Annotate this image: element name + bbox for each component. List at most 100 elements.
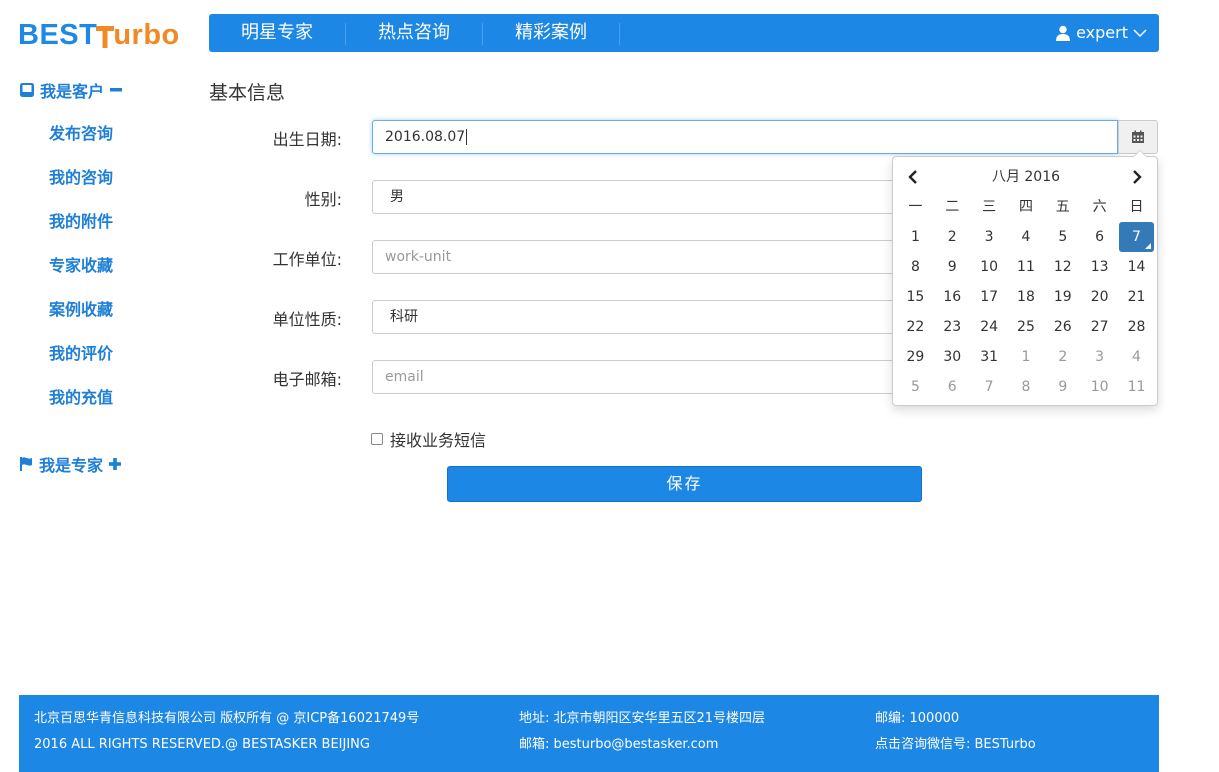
footer: 北京百思华青信息科技有限公司 版权所有 @ 京ICP备16021749号 201… bbox=[19, 695, 1159, 772]
weekday-header: 二 bbox=[945, 199, 960, 215]
birthday-label: 出生日期: bbox=[272, 130, 342, 149]
day-cell[interactable]: 6 bbox=[1081, 222, 1118, 252]
sidebar-item-my-reviews[interactable]: 我的评价 bbox=[49, 343, 113, 365]
user-name: expert bbox=[1076, 23, 1128, 42]
sidebar-item-case-favorites[interactable]: 案例收藏 bbox=[49, 299, 113, 321]
inbox-icon bbox=[20, 83, 34, 97]
day-cell[interactable]: 15 bbox=[897, 282, 934, 312]
email-label: 电子邮箱: bbox=[272, 370, 342, 389]
other-month-day[interactable]: 7 bbox=[971, 372, 1008, 402]
logo-part-best: BEST bbox=[18, 19, 98, 51]
top-nav: 明星专家 热点咨询 精彩案例 expert bbox=[209, 14, 1159, 52]
day-cell[interactable]: 21 bbox=[1118, 282, 1155, 312]
text-cursor bbox=[466, 129, 468, 145]
other-month-day[interactable]: 10 bbox=[1081, 372, 1118, 402]
nav-cases[interactable]: 精彩案例 bbox=[483, 14, 619, 52]
day-cell[interactable]: 2 bbox=[934, 222, 971, 252]
day-cell[interactable]: 9 bbox=[934, 252, 971, 282]
day-cell[interactable]: 27 bbox=[1081, 312, 1118, 342]
day-cell[interactable]: 1 bbox=[897, 222, 934, 252]
flag-icon bbox=[20, 457, 32, 471]
logo[interactable]: BEST urbo bbox=[18, 18, 180, 52]
footer-wechat: 点击咨询微信号: BESTurbo bbox=[875, 737, 1036, 752]
sidebar-group-label: 我是专家 bbox=[39, 456, 104, 475]
footer-postcode: 邮编: 100000 bbox=[875, 711, 960, 726]
day-cell[interactable]: 5 bbox=[1044, 222, 1081, 252]
day-cell[interactable]: 16 bbox=[934, 282, 971, 312]
plus-icon[interactable] bbox=[108, 457, 122, 471]
next-month-button[interactable] bbox=[1125, 166, 1149, 188]
nav-hot-consult[interactable]: 热点咨询 bbox=[346, 14, 482, 52]
footer-rights: 2016 ALL RIGHTS RESERVED.@ BESTASKER BEI… bbox=[34, 737, 370, 752]
datepicker: 八月 2016 一二三四五六日 1 2 3 4 5 6 7 8 9 10 11 12 13 14 15 16 17… bbox=[892, 150, 1158, 406]
day-cell[interactable]: 31 bbox=[971, 342, 1008, 372]
other-month-day[interactable]: 2 bbox=[1044, 342, 1081, 372]
day-cell[interactable]: 19 bbox=[1044, 282, 1081, 312]
sidebar-group-label: 我是客户 bbox=[40, 82, 105, 101]
day-cell[interactable]: 8 bbox=[897, 252, 934, 282]
sidebar-group-expert[interactable]: 我是专家 bbox=[19, 453, 122, 475]
day-cell[interactable]: 13 bbox=[1081, 252, 1118, 282]
other-month-day[interactable]: 11 bbox=[1118, 372, 1155, 402]
day-cell[interactable]: 12 bbox=[1044, 252, 1081, 282]
datepicker-header: 八月 2016 bbox=[893, 162, 1157, 192]
nav-star-experts[interactable]: 明星专家 bbox=[209, 14, 345, 52]
day-cell[interactable]: 25 bbox=[1008, 312, 1045, 342]
unit-nature-label: 单位性质: bbox=[272, 310, 342, 329]
other-month-day[interactable]: 5 bbox=[897, 372, 934, 402]
sidebar-item-publish-consult[interactable]: 发布咨询 bbox=[49, 123, 113, 145]
day-cell[interactable]: 24 bbox=[971, 312, 1008, 342]
day-cell[interactable]: 17 bbox=[971, 282, 1008, 312]
calendar-button[interactable] bbox=[1118, 120, 1158, 154]
datepicker-grid: 一二三四五六日 1 2 3 4 5 6 7 8 9 10 11 12 13 14 15 16 17 18 19 20 21… bbox=[897, 192, 1155, 402]
sidebar-item-expert-favorites[interactable]: 专家收藏 bbox=[49, 255, 113, 277]
sidebar-item-my-recharge[interactable]: 我的充值 bbox=[49, 387, 113, 409]
day-cell[interactable]: 26 bbox=[1044, 312, 1081, 342]
logo-part-urbo: urbo bbox=[113, 19, 180, 51]
selected-day[interactable]: 7 bbox=[1119, 222, 1154, 252]
weekday-header: 日 bbox=[1129, 199, 1144, 215]
user-menu[interactable]: expert bbox=[1055, 14, 1147, 52]
minus-icon[interactable] bbox=[109, 83, 123, 97]
weekday-header: 一 bbox=[908, 199, 923, 215]
sidebar-item-my-consult[interactable]: 我的咨询 bbox=[49, 167, 113, 189]
day-cell[interactable]: 29 bbox=[897, 342, 934, 372]
day-cell[interactable]: 4 bbox=[1008, 222, 1045, 252]
footer-email: 邮箱: besturbo@bestasker.com bbox=[519, 737, 719, 752]
other-month-day[interactable]: 1 bbox=[1008, 342, 1045, 372]
gender-label: 性别: bbox=[304, 190, 342, 209]
sms-checkbox-label: 接收业务短信 bbox=[390, 431, 487, 450]
footer-company: 北京百思华青信息科技有限公司 版权所有 @ 京ICP备16021749号 bbox=[34, 711, 420, 726]
sms-checkbox-row[interactable]: 接收业务短信 bbox=[371, 428, 486, 450]
datepicker-month-title[interactable]: 八月 2016 bbox=[953, 162, 1099, 192]
other-month-day[interactable]: 9 bbox=[1044, 372, 1081, 402]
work-unit-label: 工作单位: bbox=[272, 250, 342, 269]
weekday-header: 五 bbox=[1055, 199, 1070, 215]
day-cell[interactable]: 30 bbox=[934, 342, 971, 372]
day-cell[interactable]: 14 bbox=[1118, 252, 1155, 282]
other-month-day[interactable]: 3 bbox=[1081, 342, 1118, 372]
sidebar-group-customer[interactable]: 我是客户 bbox=[19, 79, 123, 101]
other-month-day[interactable]: 4 bbox=[1118, 342, 1155, 372]
day-cell[interactable]: 3 bbox=[971, 222, 1008, 252]
day-cell[interactable]: 20 bbox=[1081, 282, 1118, 312]
calendar-icon bbox=[1132, 130, 1144, 143]
prev-month-button[interactable] bbox=[901, 166, 925, 188]
birthday-input[interactable]: 2016.08.07 bbox=[372, 120, 1118, 154]
day-cell[interactable]: 22 bbox=[897, 312, 934, 342]
weekday-header: 四 bbox=[1018, 199, 1033, 215]
day-cell[interactable]: 10 bbox=[971, 252, 1008, 282]
save-button[interactable]: 保存 bbox=[447, 466, 922, 502]
day-cell[interactable]: 23 bbox=[934, 312, 971, 342]
day-cell[interactable]: 11 bbox=[1008, 252, 1045, 282]
day-cell[interactable]: 18 bbox=[1008, 282, 1045, 312]
chevron-right-icon bbox=[1133, 170, 1142, 184]
other-month-day[interactable]: 8 bbox=[1008, 372, 1045, 402]
section-title: 基本信息 bbox=[209, 82, 286, 104]
other-month-day[interactable]: 6 bbox=[934, 372, 971, 402]
sidebar-item-my-attachments[interactable]: 我的附件 bbox=[49, 211, 113, 233]
day-cell[interactable]: 28 bbox=[1118, 312, 1155, 342]
sms-checkbox[interactable] bbox=[371, 433, 383, 445]
weekday-header: 六 bbox=[1092, 199, 1107, 215]
footer-address: 地址: 北京市朝阳区安华里五区21号楼四层 bbox=[519, 711, 766, 726]
